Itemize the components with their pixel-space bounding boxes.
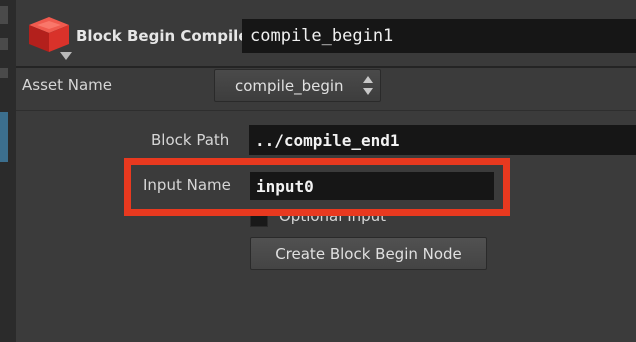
asset-name-value: compile_begin [235,77,344,95]
block-path-label: Block Path [151,131,230,149]
strip-mark [0,6,8,24]
block-path-field[interactable] [249,125,636,155]
strip-blue-mark [0,112,8,162]
strip-mark [0,38,8,50]
operator-type-label: Block Begin Compile [76,27,249,45]
updown-arrows-icon [363,76,373,95]
asset-name-label: Asset Name [22,76,113,94]
header-separator [16,66,636,68]
asset-name-dropdown[interactable]: compile_begin [214,69,381,102]
create-block-begin-node-button[interactable]: Create Block Begin Node [250,237,487,270]
node-name-field[interactable] [242,19,636,53]
red-compile-block-icon[interactable] [24,14,74,62]
highlight-annotation-box [124,158,510,216]
left-panel-strip [0,0,16,342]
panel-divider [16,110,636,111]
strip-mark [0,68,8,78]
